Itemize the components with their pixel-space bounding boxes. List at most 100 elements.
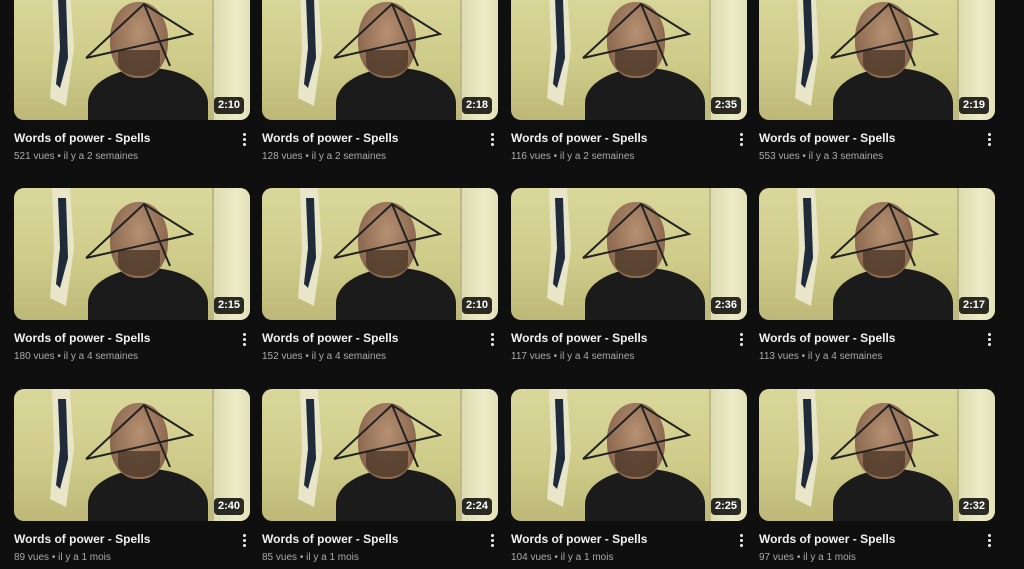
- separator-dot: •: [796, 552, 801, 563]
- video-title[interactable]: Words of power - Spells: [262, 531, 498, 547]
- video-meta: Words of power - Spells 104 vues • il y …: [511, 531, 747, 569]
- upload-age: il y a 1 mois: [306, 552, 359, 563]
- video-stats: 128 vues • il y a 2 semaines: [262, 150, 498, 164]
- video-title[interactable]: Words of power - Spells: [511, 330, 747, 346]
- video-card[interactable]: 2:32 Words of power - Spells 97 vues • i…: [759, 389, 995, 569]
- video-thumbnail[interactable]: 2:25: [511, 389, 747, 521]
- video-title[interactable]: Words of power - Spells: [511, 130, 747, 146]
- video-title[interactable]: Words of power - Spells: [759, 330, 995, 346]
- view-count: 97 vues: [759, 552, 795, 563]
- upload-age: il y a 2 semaines: [311, 151, 387, 162]
- upload-age: il y a 2 semaines: [63, 151, 139, 162]
- video-card[interactable]: 2:19 Words of power - Spells 553 vues • …: [759, 0, 995, 170]
- duration-badge: 2:24: [461, 498, 492, 515]
- more-vert-icon[interactable]: [733, 531, 749, 549]
- duration-badge: 2:40: [213, 498, 244, 515]
- pyramid-hat-graphic: [85, 202, 194, 267]
- video-stats: 89 vues • il y a 1 mois: [14, 551, 250, 565]
- scarf-graphic: [298, 188, 322, 306]
- scarf-graphic: [50, 0, 74, 106]
- more-vert-icon[interactable]: [733, 130, 749, 148]
- scarf-graphic: [298, 389, 322, 507]
- video-thumbnail[interactable]: 2:32: [759, 389, 995, 521]
- more-vert-icon[interactable]: [981, 130, 997, 148]
- scarf-graphic: [795, 0, 819, 106]
- more-vert-icon[interactable]: [484, 330, 500, 348]
- video-card[interactable]: 2:25 Words of power - Spells 104 vues • …: [511, 389, 747, 569]
- video-meta: Words of power - Spells 521 vues • il y …: [14, 130, 250, 170]
- video-stats: 180 vues • il y a 4 semaines: [14, 350, 250, 364]
- view-count: 128 vues: [262, 151, 303, 162]
- view-count: 521 vues: [14, 151, 55, 162]
- separator-dot: •: [57, 151, 61, 162]
- scarf-graphic: [547, 0, 571, 106]
- more-vert-icon[interactable]: [484, 531, 500, 549]
- video-card[interactable]: 2:15 Words of power - Spells 180 vues • …: [14, 188, 250, 370]
- more-vert-icon[interactable]: [236, 330, 252, 348]
- more-vert-icon[interactable]: [981, 531, 997, 549]
- more-vert-icon[interactable]: [236, 130, 252, 148]
- upload-age: il y a 1 mois: [58, 552, 111, 563]
- video-title[interactable]: Words of power - Spells: [14, 330, 250, 346]
- video-stats: 116 vues • il y a 2 semaines: [511, 150, 747, 164]
- more-vert-icon[interactable]: [981, 330, 997, 348]
- scarf-graphic: [298, 0, 322, 106]
- more-vert-icon[interactable]: [236, 531, 252, 549]
- upload-age: il y a 4 semaines: [807, 351, 883, 362]
- scarf-graphic: [50, 389, 74, 507]
- video-card[interactable]: 2:17 Words of power - Spells 113 vues • …: [759, 188, 995, 370]
- separator-dot: •: [802, 151, 806, 162]
- video-thumbnail[interactable]: 2:35: [511, 0, 747, 120]
- view-count: 117 vues: [511, 351, 551, 362]
- video-thumbnail[interactable]: 2:36: [511, 188, 747, 320]
- video-thumbnail[interactable]: 2:18: [262, 0, 498, 120]
- video-meta: Words of power - Spells 180 vues • il y …: [14, 330, 250, 370]
- more-vert-icon[interactable]: [484, 130, 500, 148]
- video-stats: 85 vues • il y a 1 mois: [262, 551, 498, 565]
- video-title[interactable]: Words of power - Spells: [14, 531, 250, 547]
- video-title[interactable]: Words of power - Spells: [759, 531, 995, 547]
- duration-badge: 2:10: [213, 97, 244, 114]
- video-title[interactable]: Words of power - Spells: [759, 130, 995, 146]
- upload-age: il y a 4 semaines: [311, 351, 387, 362]
- video-title[interactable]: Words of power - Spells: [262, 330, 498, 346]
- video-card[interactable]: 2:24 Words of power - Spells 85 vues • i…: [262, 389, 498, 569]
- video-card[interactable]: 2:18 Words of power - Spells 128 vues • …: [262, 0, 498, 170]
- separator-dot: •: [305, 151, 309, 162]
- video-grid: 2:10 Words of power - Spells 521 vues • …: [0, 0, 1024, 569]
- separator-dot: •: [299, 552, 304, 563]
- video-thumbnail[interactable]: 2:40: [14, 389, 250, 521]
- video-title[interactable]: Words of power - Spells: [14, 130, 250, 146]
- video-card[interactable]: 2:40 Words of power - Spells 89 vues • i…: [14, 389, 250, 569]
- pyramid-hat-graphic: [333, 403, 442, 468]
- video-card[interactable]: 2:10 Words of power - Spells 152 vues • …: [262, 188, 498, 370]
- video-meta: Words of power - Spells 117 vues • il y …: [511, 330, 747, 370]
- video-meta: Words of power - Spells 113 vues • il y …: [759, 330, 995, 370]
- video-thumbnail[interactable]: 2:24: [262, 389, 498, 521]
- video-meta: Words of power - Spells 128 vues • il y …: [262, 130, 498, 170]
- video-thumbnail[interactable]: 2:19: [759, 0, 995, 120]
- video-card[interactable]: 2:10 Words of power - Spells 521 vues • …: [14, 0, 250, 170]
- view-count: 116 vues: [511, 151, 551, 162]
- separator-dot: •: [553, 351, 558, 362]
- video-title[interactable]: Words of power - Spells: [262, 130, 498, 146]
- video-stats: 104 vues • il y a 1 mois: [511, 551, 747, 565]
- video-thumbnail[interactable]: 2:10: [14, 0, 250, 120]
- video-meta: Words of power - Spells 97 vues • il y a…: [759, 531, 995, 569]
- more-vert-icon[interactable]: [733, 330, 749, 348]
- video-title[interactable]: Words of power - Spells: [511, 531, 747, 547]
- upload-age: il y a 3 semaines: [808, 151, 884, 162]
- video-thumbnail[interactable]: 2:10: [262, 188, 498, 320]
- scarf-graphic: [795, 389, 819, 507]
- video-stats: 97 vues • il y a 1 mois: [759, 551, 995, 565]
- video-meta: Words of power - Spells 89 vues • il y a…: [14, 531, 250, 569]
- video-thumbnail[interactable]: 2:17: [759, 188, 995, 320]
- pyramid-hat-graphic: [830, 2, 939, 67]
- video-card[interactable]: 2:35 Words of power - Spells 116 vues • …: [511, 0, 747, 170]
- duration-badge: 2:32: [958, 498, 989, 515]
- pyramid-hat-graphic: [333, 202, 442, 267]
- pyramid-hat-graphic: [582, 2, 691, 67]
- video-meta: Words of power - Spells 85 vues • il y a…: [262, 531, 498, 569]
- video-card[interactable]: 2:36 Words of power - Spells 117 vues • …: [511, 188, 747, 370]
- video-thumbnail[interactable]: 2:15: [14, 188, 250, 320]
